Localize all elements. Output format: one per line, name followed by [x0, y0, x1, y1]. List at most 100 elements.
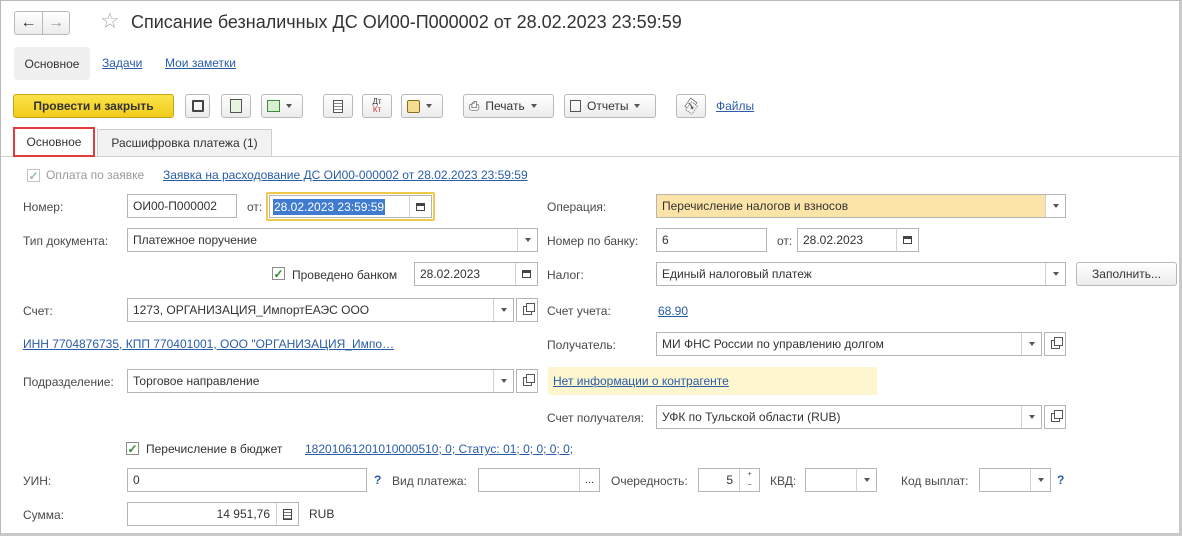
reports-label: Отчеты [587, 99, 629, 113]
chevron-down-icon[interactable] [493, 299, 513, 321]
recipient-open-button[interactable] [1044, 332, 1066, 356]
document-journal-button[interactable] [323, 94, 353, 118]
by-request-checkbox[interactable]: ✓ [27, 169, 40, 182]
account-open-button[interactable] [516, 298, 538, 322]
create-based-on-button[interactable] [261, 94, 303, 118]
chevron-down-icon [426, 104, 432, 108]
recipient-select[interactable]: МИ ФНС России по управлению долгом [656, 332, 1042, 356]
bank-date-field[interactable]: 28.02.2023 [797, 228, 919, 252]
bank-date-calendar-button[interactable] [896, 229, 918, 251]
calendar-icon [903, 236, 912, 244]
nav-tab-main[interactable]: Основное [14, 47, 90, 80]
calendar-icon [416, 202, 425, 211]
forward-button[interactable]: → [42, 11, 70, 35]
attach-file-button[interactable]: ⎘ [676, 94, 706, 118]
bank-number-value: 6 [662, 233, 669, 247]
payout-help-icon[interactable]: ? [1057, 473, 1064, 487]
plus-icon: + [747, 471, 752, 478]
payout-code-select[interactable] [979, 468, 1051, 492]
chevron-down-icon[interactable] [493, 370, 513, 392]
division-label: Подразделение: [23, 375, 114, 389]
reports-button[interactable]: Отчеты [564, 94, 656, 118]
chevron-down-icon[interactable] [1045, 195, 1065, 217]
no-info-link[interactable]: Нет информации о контрагенте [553, 374, 729, 388]
request-link[interactable]: Заявка на расходование ДС ОИ00-000002 от… [163, 168, 528, 182]
division-select[interactable]: Торговое направление [127, 369, 514, 393]
nav-tab-tasks[interactable]: Задачи [102, 56, 142, 70]
doc-type-select[interactable]: Платежное поручение [127, 228, 538, 252]
account-select[interactable]: 1273, ОРГАНИЗАЦИЯ_ИмпортЕАЭС ООО [127, 298, 514, 322]
tax-select[interactable]: Единый налоговый платеж [656, 262, 1066, 286]
create-based-on-icon [267, 100, 280, 112]
bank-date-value: 28.02.2023 [803, 233, 864, 247]
print-button[interactable]: ⎙ Печать [463, 94, 554, 118]
number-label: Номер: [23, 200, 64, 214]
recipient-account-select[interactable]: УФК по Тульской области (RUB) [656, 405, 1042, 429]
operation-label: Операция: [547, 200, 607, 214]
dt-kt-button[interactable]: Дт Кт [362, 94, 392, 118]
nav-tab-notes[interactable]: Мои заметки [165, 56, 236, 70]
bank-date-from-label: от: [777, 234, 793, 248]
recipient-value: МИ ФНС России по управлению долгом [662, 337, 884, 351]
priority-stepper[interactable]: 5 + − [698, 468, 760, 492]
chevron-down-icon[interactable] [1045, 263, 1065, 285]
minus-icon: − [747, 482, 752, 489]
bank-posted-date-field[interactable]: 28.02.2023 [414, 262, 538, 286]
bank-number-label: Номер по банку: [547, 234, 639, 248]
bank-posted-checkbox[interactable]: ✓ [272, 267, 285, 280]
uin-help-icon[interactable]: ? [374, 473, 381, 487]
post-and-close-button[interactable]: Провести и закрыть [13, 94, 174, 118]
calculator-button[interactable] [276, 503, 298, 525]
inn-link[interactable]: ИНН 7704876735, КПП 770401001, ООО "ОРГА… [23, 337, 394, 351]
budget-transfer-checkbox[interactable]: ✓ [126, 442, 139, 455]
files-link[interactable]: Файлы [716, 99, 754, 113]
chevron-down-icon [634, 104, 641, 108]
form-tabs-baseline [1, 156, 1179, 157]
date-calendar-button[interactable] [409, 196, 431, 217]
post-button[interactable] [221, 94, 251, 118]
form-tab-payment-breakdown[interactable]: Расшифровка платежа (1) [97, 129, 272, 156]
chevron-down-icon[interactable] [517, 229, 537, 251]
chevron-down-icon[interactable] [1030, 469, 1050, 491]
sum-label: Сумма: [23, 508, 65, 522]
budget-transfer-label: Перечисление в бюджет [146, 442, 283, 456]
form-tab-payment-breakdown-label: Расшифровка платежа (1) [111, 136, 258, 150]
doc-type-value: Платежное поручение [133, 233, 257, 247]
uin-field[interactable]: 0 [127, 468, 367, 492]
page-title: Списание безналичных ДС ОИ00-П000002 от … [131, 12, 682, 32]
favorite-star-icon[interactable]: ☆ [100, 8, 120, 34]
fill-button[interactable]: Заполнить... [1076, 262, 1177, 286]
date-field[interactable]: 28.02.2023 23:59:59 [269, 195, 432, 218]
bank-posted-calendar-button[interactable] [515, 263, 537, 285]
recipient-account-open-button[interactable] [1044, 405, 1066, 429]
budget-details-link[interactable]: 18201061201010000510; 0; Статус: 01; 0; … [305, 442, 573, 456]
form-tab-main[interactable]: Основное [13, 127, 95, 157]
priority-value: 5 [726, 473, 733, 487]
kvd-select[interactable] [805, 468, 877, 492]
recipient-label: Получатель: [547, 338, 616, 352]
recipient-account-value: УФК по Тульской области (RUB) [662, 410, 841, 424]
calendar-icon [522, 270, 531, 278]
back-button[interactable]: ← [14, 11, 42, 35]
reports-icon [570, 100, 581, 112]
sum-value: 14 951,76 [216, 507, 270, 521]
bank-number-field[interactable]: 6 [656, 228, 767, 252]
chevron-down-icon[interactable] [1021, 406, 1041, 428]
sum-field[interactable]: 14 951,76 [127, 502, 299, 526]
payment-type-field[interactable]: ... [478, 468, 600, 492]
number-field[interactable]: ОИ00-П000002 [127, 194, 237, 218]
acc-link[interactable]: 68.90 [658, 304, 688, 318]
operation-select[interactable]: Перечисление налогов и взносов [656, 194, 1066, 218]
chevron-down-icon[interactable] [1021, 333, 1041, 355]
document-window: ← → ☆ Списание безналичных ДС ОИ00-П0000… [0, 0, 1182, 536]
fill-button-label: Заполнить... [1092, 267, 1161, 281]
account-label: Счет: [23, 304, 53, 318]
payment-type-choose-button[interactable]: ... [579, 469, 599, 491]
chevron-down-icon[interactable] [856, 469, 876, 491]
related-documents-button[interactable] [401, 94, 443, 118]
recipient-account-label: Счет получателя: [547, 411, 644, 425]
division-open-button[interactable] [516, 369, 538, 393]
stepper-buttons[interactable]: + − [739, 469, 759, 491]
operation-value: Перечисление налогов и взносов [662, 199, 849, 213]
save-button[interactable] [185, 94, 210, 118]
